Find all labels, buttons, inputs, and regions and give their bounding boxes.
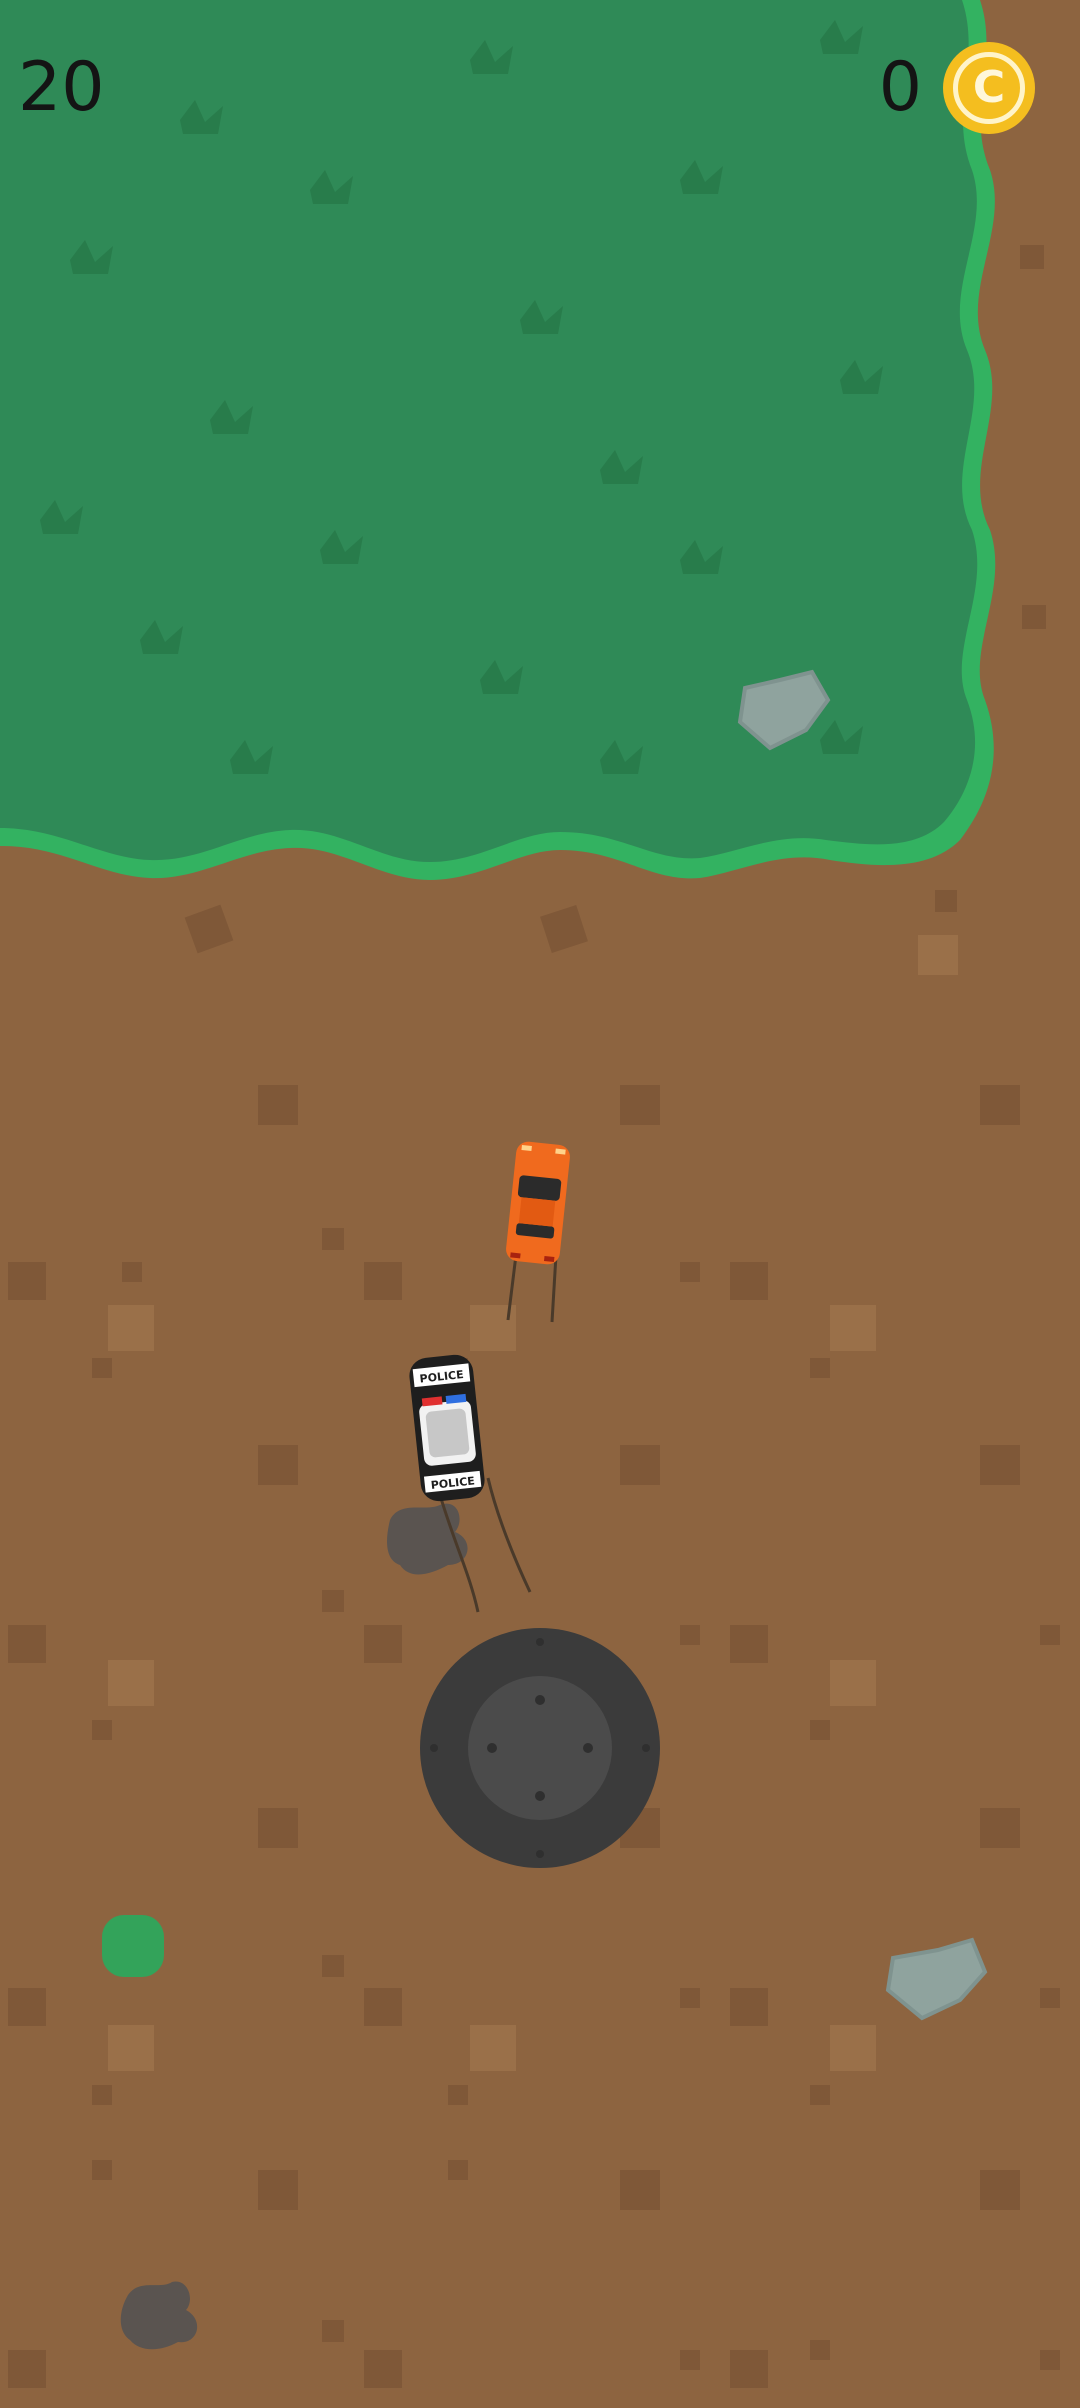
coin-icon-letter: C bbox=[953, 52, 1025, 124]
coin-counter: 0 bbox=[878, 48, 922, 127]
virtual-joystick[interactable] bbox=[420, 1628, 660, 1868]
score-counter: 20 bbox=[18, 48, 105, 127]
bush bbox=[102, 1915, 164, 1977]
game-world: POLICE POLICE bbox=[0, 0, 1080, 2408]
coin-icon: C bbox=[943, 42, 1035, 134]
oil-puddle bbox=[120, 2281, 198, 2350]
